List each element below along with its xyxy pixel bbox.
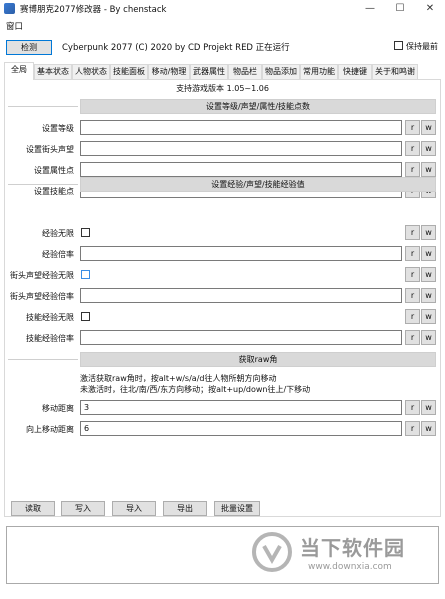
watermark-logo-icon [252, 532, 292, 572]
section-header-level: 设置等级/声望/属性/技能点数 [80, 99, 436, 114]
read-button-exp-4[interactable]: r [405, 309, 420, 324]
minimize-button[interactable]: — [355, 0, 385, 18]
write-button-exp-4[interactable]: w [421, 309, 436, 324]
maximize-button[interactable]: ☐ [385, 0, 415, 18]
unlimited-checkbox[interactable] [81, 312, 90, 321]
app-icon [4, 3, 15, 14]
field-label: 技能经验倍率 [26, 334, 74, 343]
read-button-exp-5[interactable]: r [405, 330, 420, 345]
tab-item[interactable]: 移动/物理 [148, 64, 190, 79]
supported-version-text: 支持游戏版本 1.05~1.06 [176, 84, 269, 93]
tab-item[interactable]: 人物状态 [72, 64, 110, 79]
read-button-exp-2[interactable]: r [405, 267, 420, 282]
field-label: 街头声望经验无限 [10, 271, 74, 280]
read-button-exp-0[interactable]: r [405, 225, 420, 240]
write-button-level-0[interactable]: w [421, 120, 436, 135]
tab-item[interactable]: 物品添加 [262, 64, 300, 79]
bottom-action-button[interactable]: 导出 [163, 501, 207, 516]
watermark-title: 当下软件园 [300, 536, 405, 560]
bottom-action-button[interactable]: 写入 [61, 501, 105, 516]
section-header-raw: 获取raw角 [80, 352, 436, 367]
field-label: 设置技能点 [34, 187, 74, 196]
multiplier-input[interactable] [80, 288, 402, 303]
bottom-action-button[interactable]: 导入 [112, 501, 156, 516]
section-header-exp: 设置经验/声望/技能经验值 [80, 177, 436, 192]
keep-on-top-label: 保持最前 [406, 42, 438, 51]
level-input[interactable] [80, 120, 402, 135]
bottom-action-button[interactable]: 读取 [11, 501, 55, 516]
read-button-level-2[interactable]: r [405, 162, 420, 177]
tab-item[interactable]: 关于和鸣谢 [372, 64, 418, 79]
multiplier-input[interactable] [80, 246, 402, 261]
bottom-action-button[interactable]: 批量设置 [214, 501, 260, 516]
write-button-raw-1[interactable]: w [421, 421, 436, 436]
menu-bar [0, 18, 445, 34]
game-status-text: Cyberpunk 2077 (C) 2020 by CD Projekt RE… [62, 43, 290, 53]
read-button-raw-0[interactable]: r [405, 400, 420, 415]
write-button-raw-0[interactable]: w [421, 400, 436, 415]
unlimited-checkbox[interactable] [81, 270, 90, 279]
section-divider [8, 106, 78, 107]
watermark-url: www.downxia.com [308, 562, 392, 572]
field-label: 街头声望经验倍率 [10, 292, 74, 301]
field-label: 设置街头声望 [26, 145, 74, 154]
write-button-exp-2[interactable]: w [421, 267, 436, 282]
field-label: 移动距离 [42, 404, 74, 413]
write-button-exp-5[interactable]: w [421, 330, 436, 345]
distance-input[interactable]: 3 [80, 400, 402, 415]
field-label: 设置属性点 [34, 166, 74, 175]
section-divider [8, 359, 78, 360]
multiplier-input[interactable] [80, 330, 402, 345]
keep-on-top-checkbox[interactable] [394, 41, 403, 50]
write-button-level-2[interactable]: w [421, 162, 436, 177]
tab-item[interactable]: 物品栏 [228, 64, 262, 79]
read-button-exp-1[interactable]: r [405, 246, 420, 261]
read-button-raw-1[interactable]: r [405, 421, 420, 436]
level-input[interactable] [80, 141, 402, 156]
field-label: 经验无限 [42, 229, 74, 238]
menu-window[interactable]: 窗口 [6, 20, 23, 32]
field-label: 技能经验无限 [26, 313, 74, 322]
raw-info-line-2: 未激活时，往北/南/西/东方向移动；按alt+up/down往上/下移动 [80, 385, 311, 394]
read-button-level-1[interactable]: r [405, 141, 420, 156]
tab-item[interactable]: 常用功能 [300, 64, 338, 79]
write-button-exp-3[interactable]: w [421, 288, 436, 303]
write-button-exp-0[interactable]: w [421, 225, 436, 240]
unlimited-checkbox[interactable] [81, 228, 90, 237]
tab-item[interactable]: 技能面板 [110, 64, 148, 79]
section-divider [8, 184, 78, 185]
distance-input[interactable]: 6 [80, 421, 402, 436]
field-label: 向上移动距离 [26, 425, 74, 434]
detect-button[interactable]: 检测 [6, 40, 52, 55]
read-button-level-0[interactable]: r [405, 120, 420, 135]
raw-info-line-1: 激活获取raw角时，按alt+w/s/a/d往人物所朝方向移动 [80, 374, 277, 383]
write-button-level-1[interactable]: w [421, 141, 436, 156]
tab-item[interactable]: 基本状态 [34, 64, 72, 79]
field-label: 经验倍率 [42, 250, 74, 259]
write-button-exp-1[interactable]: w [421, 246, 436, 261]
level-input[interactable] [80, 162, 402, 177]
window-title: 赛博朋克2077修改器 - By chenstack [20, 5, 167, 15]
tab-item[interactable]: 快捷键 [338, 64, 372, 79]
read-button-exp-3[interactable]: r [405, 288, 420, 303]
field-label: 设置等级 [42, 124, 74, 133]
tab-item[interactable]: 武器属性 [190, 64, 228, 79]
close-button[interactable]: ✕ [415, 0, 445, 18]
tab-item[interactable]: 全局 [4, 62, 34, 80]
